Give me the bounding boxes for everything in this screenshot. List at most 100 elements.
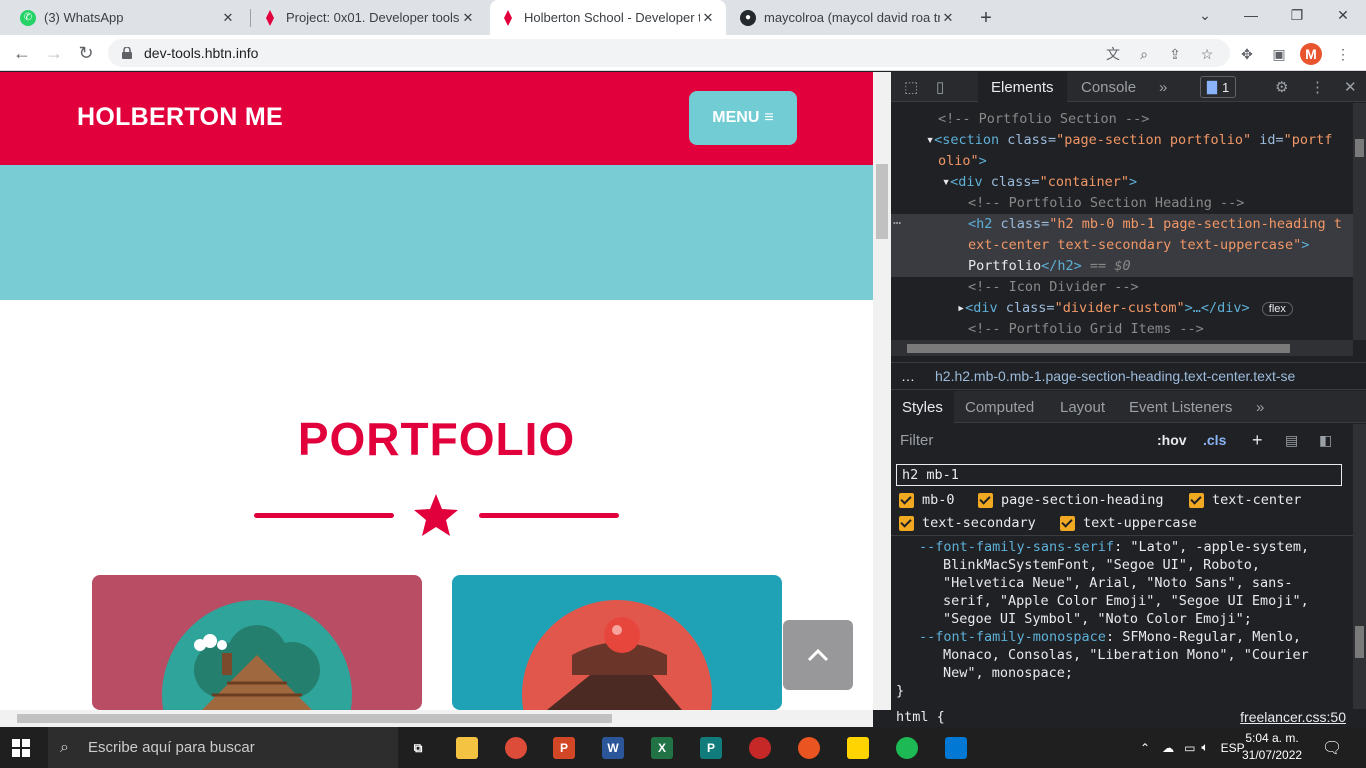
dom-comment[interactable]: <!-- Portfolio Section Heading --> [968, 193, 1353, 214]
expand-triangle-icon[interactable]: ▾ [942, 174, 950, 190]
page-vertical-scrollbar[interactable] [873, 72, 891, 710]
new-rule-plus-icon[interactable]: + [1252, 430, 1263, 451]
tab-console[interactable]: Console [1068, 72, 1149, 102]
vscode-icon[interactable] [945, 737, 967, 759]
bookmark-star-icon[interactable]: ☆ [1196, 43, 1218, 65]
address-bar[interactable]: dev-tools.hbtn.info [108, 39, 1230, 67]
chrome-icon[interactable] [505, 737, 527, 759]
sticky-notes-icon[interactable] [847, 737, 869, 759]
sidebar-toggle-icon[interactable]: ◧ [1319, 432, 1332, 449]
collapse-triangle-icon[interactable]: ▸ [957, 300, 965, 316]
weather-icon[interactable]: ☁ [1162, 741, 1174, 755]
minimize-button[interactable]: — [1228, 0, 1274, 30]
sidepanel-icon[interactable]: ▣ [1268, 43, 1290, 65]
class-checkbox-text-uppercase[interactable]: text-uppercase [1060, 515, 1197, 531]
dom-vertical-scrollbar[interactable] [1353, 103, 1366, 340]
hov-toggle[interactable]: :hov [1157, 432, 1187, 448]
tab-elements[interactable]: Elements [978, 72, 1067, 102]
close-tab-icon[interactable]: ✕ [700, 10, 716, 26]
close-window-button[interactable]: ✕ [1320, 0, 1366, 30]
taskbar-search-box[interactable]: ⌕ Escribe aquí para buscar [48, 727, 398, 768]
close-tab-icon[interactable]: ✕ [940, 10, 956, 26]
issues-badge[interactable]: ▇ 1 [1200, 76, 1237, 98]
back-button[interactable]: ← [10, 41, 34, 65]
more-tabs-icon[interactable]: » [1146, 72, 1180, 102]
network-icon[interactable]: ▭ [1184, 741, 1195, 755]
scrollbar-thumb[interactable] [876, 164, 888, 239]
css-source-link[interactable]: freelancer.css:50 [1240, 709, 1346, 725]
menu-button[interactable]: MENU ≡ [689, 91, 797, 145]
dom-node-section[interactable]: ▾<section class="page-section portfolio"… [926, 130, 1353, 151]
scrollbar-thumb[interactable] [907, 344, 1290, 353]
dom-comment[interactable]: <!-- Icon Divider --> [968, 277, 1353, 298]
site-brand[interactable]: HOLBERTON ME [77, 103, 283, 132]
dom-comment[interactable]: <!-- Portfolio Section --> [938, 109, 1353, 130]
css-selector[interactable]: html { [896, 709, 945, 725]
dom-comment[interactable]: <!-- Portfolio Grid Items --> [968, 319, 1353, 340]
share-icon[interactable]: ⇪ [1164, 43, 1186, 65]
profile-avatar[interactable]: M [1300, 43, 1322, 65]
zoom-icon[interactable]: ⌕ [1133, 43, 1155, 65]
reload-button[interactable]: ↻ [74, 41, 98, 65]
tab-holberton-active[interactable]: Holberton School - Developer to ✕ [490, 0, 726, 35]
expand-triangle-icon[interactable]: ▾ [926, 132, 934, 148]
breadcrumb-item[interactable]: h2.h2.mb-0.mb-1.page-section-heading.tex… [935, 368, 1318, 384]
class-checkbox-page-section-heading[interactable]: page-section-heading [978, 492, 1164, 508]
scrollbar-thumb[interactable] [1355, 139, 1364, 157]
tab-computed[interactable]: Computed [954, 391, 1045, 423]
game-app-icon[interactable] [749, 737, 771, 759]
close-tab-icon[interactable]: ✕ [220, 10, 236, 26]
class-checkbox-mb-0[interactable]: mb-0 [899, 492, 955, 508]
settings-gear-icon[interactable]: ⚙ [1262, 72, 1301, 102]
volume-icon[interactable]: 🔈︎ [1201, 740, 1208, 755]
more-tabs-icon[interactable]: » [1245, 391, 1275, 423]
tab-styles[interactable]: Styles [891, 391, 954, 423]
forward-button[interactable]: → [42, 41, 66, 65]
taskbar-clock[interactable]: 5:04 a. m. 31/07/2022 [1242, 730, 1302, 764]
css-declaration[interactable]: --font-family-monospace: SFMono-Regular,… [919, 628, 1301, 646]
tab-layout[interactable]: Layout [1049, 391, 1116, 423]
tab-search-button[interactable]: ⌄ [1182, 0, 1228, 30]
ellipsis-icon[interactable]: … [893, 210, 901, 231]
publisher-icon[interactable]: P [700, 737, 722, 759]
styles-vertical-scrollbar[interactable] [1353, 424, 1366, 709]
spotify-icon[interactable] [896, 737, 918, 759]
tab-github[interactable]: ● maycolroa (maycol david roa triv ✕ [730, 0, 966, 35]
chevron-up-icon[interactable]: ⌃ [1140, 741, 1150, 755]
class-checkbox-text-center[interactable]: text-center [1189, 492, 1301, 508]
breadcrumb-ellipsis-icon[interactable]: … [901, 368, 915, 384]
portfolio-card-cake[interactable] [452, 575, 782, 710]
add-class-input[interactable]: h2 mb-1 [896, 464, 1342, 486]
new-tab-button[interactable]: + [973, 5, 999, 31]
portfolio-card-cabin[interactable] [92, 575, 422, 710]
class-checkbox-text-secondary[interactable]: text-secondary [899, 515, 1036, 531]
excel-icon[interactable]: X [651, 737, 673, 759]
css-declaration[interactable]: --font-family-sans-serif: "Lato", -apple… [919, 538, 1309, 556]
restore-button[interactable]: ❐ [1274, 0, 1320, 30]
file-explorer-icon[interactable] [456, 737, 478, 759]
dom-node-container[interactable]: ▾<div class="container"> [942, 172, 1353, 193]
paint-brush-icon[interactable]: ▤ [1285, 432, 1298, 449]
powerpoint-icon[interactable]: P [553, 737, 575, 759]
ubuntu-icon[interactable] [798, 737, 820, 759]
tab-whatsapp[interactable]: ✆ (3) WhatsApp ✕ [10, 0, 246, 35]
translate-icon[interactable]: 文 [1102, 43, 1124, 65]
notifications-icon[interactable]: 🗨︎ [1322, 738, 1342, 758]
word-icon[interactable]: W [602, 737, 624, 759]
filter-input[interactable]: Filter [900, 432, 1140, 449]
windows-start-icon[interactable] [12, 739, 30, 757]
extensions-icon[interactable]: ✥ [1236, 43, 1258, 65]
page-horizontal-scrollbar[interactable] [0, 710, 873, 727]
cls-toggle[interactable]: .cls [1203, 432, 1226, 448]
close-devtools-icon[interactable]: ✕ [1331, 72, 1366, 102]
flex-badge[interactable]: flex [1261, 302, 1293, 316]
scroll-to-top-button[interactable] [783, 620, 853, 690]
task-view-icon[interactable]: ⧉ [407, 737, 429, 759]
dom-node-divider[interactable]: ▸<div class="divider-custom">…</div> fle… [957, 298, 1353, 319]
tab-event-listeners[interactable]: Event Listeners [1118, 391, 1243, 423]
scrollbar-thumb[interactable] [1355, 626, 1364, 658]
menu-kebab-icon[interactable]: ⋮ [1332, 43, 1354, 65]
dom-node-h2-selected[interactable]: … <h2 class="h2 mb-0 mb-1 page-section-h… [891, 212, 1353, 277]
tab-project[interactable]: Project: 0x01. Developer tools | H ✕ [252, 0, 486, 35]
scrollbar-thumb[interactable] [17, 714, 612, 723]
